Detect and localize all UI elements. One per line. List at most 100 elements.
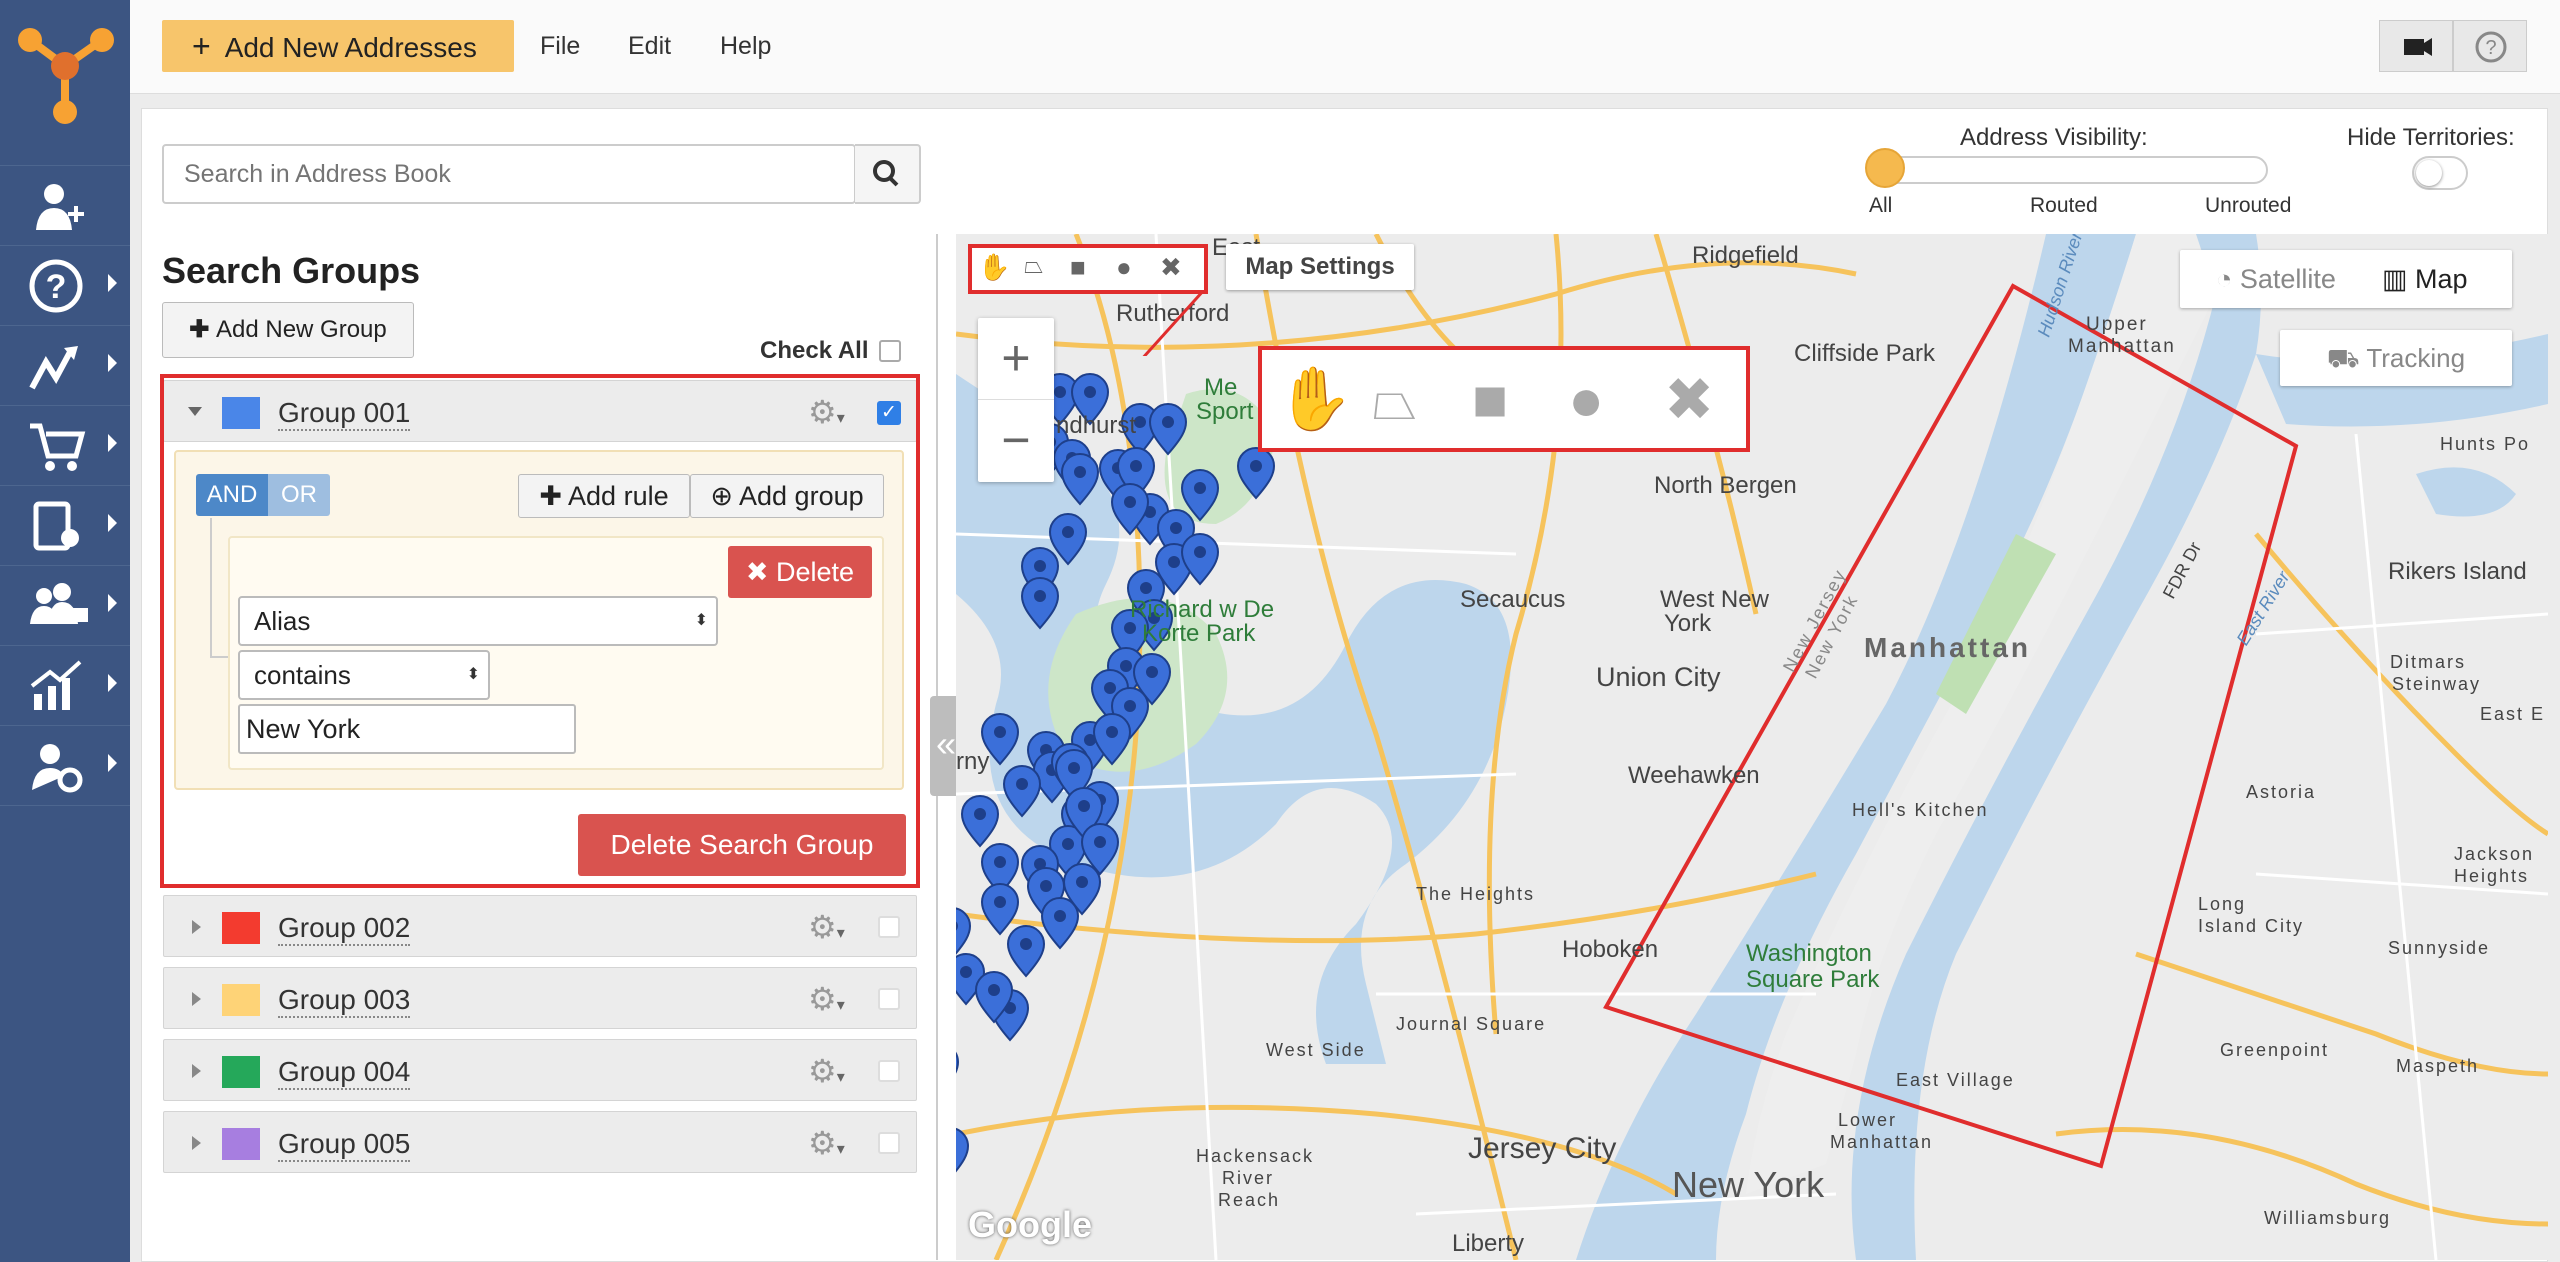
polygon-tool-icon[interactable]: ⏢	[1372, 362, 1417, 438]
add-new-addresses-button[interactable]: + Add New Addresses	[162, 20, 514, 72]
address-pin-dot	[974, 808, 986, 820]
app-logo[interactable]	[0, 0, 130, 166]
gear-menu-icon[interactable]: ⚙▾	[808, 980, 845, 1018]
group-name[interactable]: Group 005	[278, 1128, 411, 1162]
map-label: Hoboken	[1562, 936, 1659, 963]
address-pin-dot	[1076, 876, 1088, 888]
add-new-group-button[interactable]: ✚ Add New Group	[162, 302, 414, 358]
address-pin-dot	[1068, 762, 1080, 774]
address-pin-dot	[1020, 938, 1032, 950]
address-pin-dot	[1062, 838, 1074, 850]
search-button[interactable]	[855, 144, 921, 204]
address-pin-dot	[1162, 416, 1174, 428]
map-button[interactable]: ▥ Map	[2382, 264, 2468, 295]
visibility-slider-handle[interactable]	[1865, 148, 1905, 188]
address-pin-dot	[1054, 910, 1066, 922]
search-box	[162, 144, 856, 204]
analytics-nav[interactable]	[0, 646, 130, 726]
rectangle-tool-icon[interactable]: ■	[1070, 252, 1086, 283]
group-checkbox[interactable]	[878, 1132, 900, 1154]
map-label: Greenpoint	[2220, 1040, 2330, 1060]
expand-caret-icon[interactable]	[192, 992, 201, 1006]
hide-territories-toggle[interactable]	[2412, 156, 2468, 190]
visibility-stop-unrouted[interactable]: Unrouted	[2205, 194, 2291, 218]
map-label: Island City	[2198, 916, 2305, 936]
settings-nav[interactable]	[0, 726, 130, 806]
group-checkbox[interactable]	[878, 1060, 900, 1082]
documents-nav[interactable]	[0, 486, 130, 566]
circle-tool-icon[interactable]: ●	[1568, 362, 1604, 438]
clear-tool-icon[interactable]: ✖	[1160, 252, 1182, 283]
expand-caret-icon[interactable]	[192, 1064, 201, 1078]
rectangle-tool-icon[interactable]: ■	[1472, 362, 1508, 438]
group-checkbox[interactable]	[878, 916, 900, 938]
satellite-button[interactable]: ◔ Satellite	[2216, 264, 2336, 295]
help-menu[interactable]: Help	[720, 32, 771, 61]
group-name[interactable]: Group 002	[278, 912, 411, 946]
map-settings-button[interactable]: Map Settings	[1226, 244, 1414, 290]
map-label: Jersey City	[1468, 1132, 1617, 1165]
gear-menu-icon[interactable]: ⚙▾	[808, 908, 845, 946]
top-toolbar: + Add New Addresses File Edit Help ?	[130, 0, 2560, 94]
group-row-004[interactable]: Group 004 ⚙▾	[163, 1039, 917, 1101]
visibility-stop-routed[interactable]: Routed	[2030, 194, 2098, 218]
group-name[interactable]: Group 003	[278, 984, 411, 1018]
map-label: Upper	[2086, 314, 2148, 335]
group-row-002[interactable]: Group 002 ⚙▾	[163, 895, 917, 957]
hand-tool-icon[interactable]: ✋	[1276, 362, 1353, 438]
document-pin-icon	[33, 501, 79, 551]
group-name[interactable]: Group 004	[278, 1056, 411, 1090]
group-color-swatch[interactable]	[222, 1128, 260, 1160]
check-all-checkbox[interactable]	[879, 340, 901, 362]
svg-text:?: ?	[46, 268, 67, 306]
question-icon: ?	[2475, 31, 2507, 63]
zoom-out-button[interactable]: −	[978, 400, 1054, 482]
address-pin-dot	[994, 856, 1006, 868]
group-row-003[interactable]: Group 003 ⚙▾	[163, 967, 917, 1029]
expand-caret-icon[interactable]	[192, 1136, 201, 1150]
map-label: Williamsburg	[2264, 1208, 2392, 1228]
map-label: Manhattan	[1830, 1132, 1934, 1152]
help-button[interactable]: ?	[2453, 20, 2527, 72]
clear-tool-icon[interactable]: ✖	[1664, 362, 1714, 438]
cart-icon	[30, 423, 86, 471]
map-canvas[interactable]	[956, 234, 2548, 1260]
map-label: New York	[1672, 1164, 1825, 1205]
circle-tool-icon[interactable]: ●	[1116, 252, 1132, 283]
tracking-button[interactable]: ⛟ Tracking	[2280, 330, 2512, 386]
visibility-stop-all[interactable]: All	[1869, 194, 1892, 218]
map-label: West Side	[1266, 1040, 1366, 1060]
user-settings-icon	[32, 744, 83, 793]
main-nav: ?	[0, 0, 130, 1262]
gear-menu-icon[interactable]: ⚙▾	[808, 1052, 845, 1090]
polygon-tool-icon[interactable]: ⏢	[1024, 252, 1043, 280]
map-view[interactable]: Ridgefield East Rutherford Cliffside Par…	[956, 234, 2548, 1260]
gear-menu-icon[interactable]: ⚙▾	[808, 1124, 845, 1162]
video-button[interactable]	[2379, 20, 2453, 72]
group-row-005[interactable]: Group 005 ⚙▾	[163, 1111, 917, 1173]
search-groups-title: Search Groups	[162, 250, 421, 291]
file-menu[interactable]: File	[540, 32, 580, 61]
edit-menu[interactable]: Edit	[628, 32, 671, 61]
address-pin-dot	[1106, 726, 1118, 738]
search-input[interactable]	[164, 146, 856, 202]
group-color-swatch[interactable]	[222, 912, 260, 944]
visibility-slider-track[interactable]	[1868, 156, 2268, 184]
address-pin-dot	[960, 966, 972, 978]
orders-nav[interactable]	[0, 406, 130, 486]
add-user-nav[interactable]	[0, 166, 130, 246]
routes-icon	[29, 346, 78, 390]
zoom-in-button[interactable]: +	[978, 318, 1054, 400]
help-icon: ?	[29, 259, 83, 313]
address-pin-dot	[1124, 496, 1136, 508]
hand-tool-icon[interactable]: ✋	[978, 252, 1010, 283]
team-nav[interactable]	[0, 566, 130, 646]
group-color-swatch[interactable]	[222, 984, 260, 1016]
address-pin-dot	[1034, 560, 1046, 572]
group-color-swatch[interactable]	[222, 1056, 260, 1088]
routes-nav[interactable]	[0, 326, 130, 406]
group-checkbox[interactable]	[878, 988, 900, 1010]
help-nav[interactable]: ?	[0, 246, 130, 326]
address-pin-dot	[1130, 460, 1142, 472]
expand-caret-icon[interactable]	[192, 920, 201, 934]
